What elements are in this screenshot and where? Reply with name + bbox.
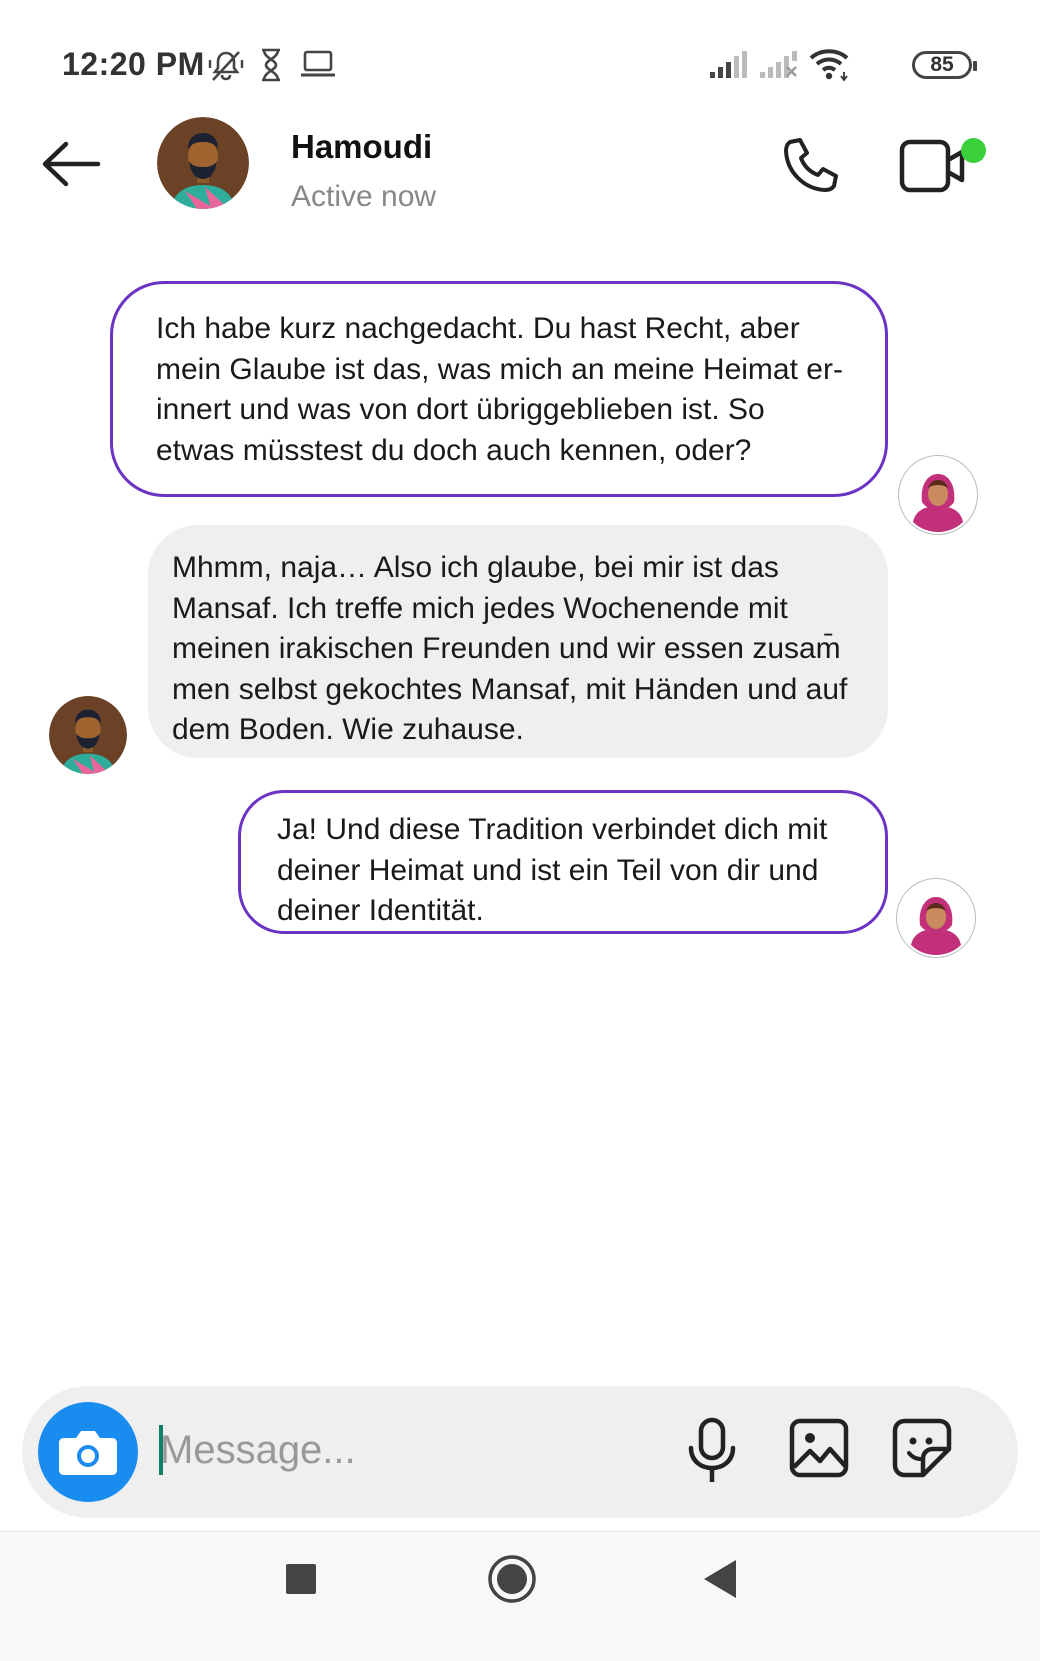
- signal-no-service-icon: [760, 51, 797, 78]
- camera-icon: [59, 1431, 117, 1475]
- message-line: Ich habe kurz nachgedacht. Du hast Recht…: [156, 312, 800, 345]
- message-line: mein Glaube ist das, was mich an meine H…: [156, 352, 843, 386]
- self-avatar[interactable]: [898, 455, 978, 535]
- message-bubble-incoming[interactable]: Mhmm, naja… Also ich glaube, bei mir ist…: [148, 525, 888, 758]
- contact-status: Active now: [291, 180, 437, 213]
- message-input[interactable]: [160, 1418, 660, 1482]
- avatar-man-icon: [157, 117, 249, 209]
- back-triangle-icon[interactable]: [702, 1558, 738, 1600]
- message-line: men selbst gekochtes Mansaf, mit Händen …: [172, 672, 848, 706]
- message-line: deiner Identität.: [277, 894, 484, 927]
- wifi-icon: [809, 49, 849, 82]
- contact-name: Hamoudi: [291, 128, 433, 165]
- phone-icon[interactable]: [780, 136, 840, 196]
- avatar-woman-icon: [913, 474, 963, 532]
- vibrate-off-icon: [208, 51, 244, 81]
- signal-icon: [710, 51, 747, 78]
- image-icon[interactable]: [788, 1417, 850, 1479]
- contact-avatar-small[interactable]: [49, 696, 127, 774]
- message-bubble-outgoing[interactable]: Ich habe kurz nachgedacht. Du hast Recht…: [110, 281, 888, 497]
- message-line: deiner Heimat und ist ein Teil von dir u…: [277, 853, 819, 887]
- hourglass-icon: [262, 48, 280, 82]
- battery-indicator: 85: [912, 51, 977, 79]
- status-time: 12:20 PM: [62, 46, 205, 82]
- message-line: meinen irakischen Freunden und wir essen…: [172, 632, 841, 665]
- message-line: Mhmm, naja… Also ich glaube, bei mir ist…: [172, 551, 779, 584]
- home-circle-icon[interactable]: [486, 1553, 538, 1605]
- message-line: Mansaf. Ich treffe mich jedes Wochenende…: [172, 591, 788, 625]
- avatar-woman-icon: [911, 897, 961, 955]
- self-avatar[interactable]: [896, 878, 976, 958]
- contact-avatar[interactable]: [157, 117, 249, 209]
- microphone-icon[interactable]: [686, 1416, 738, 1486]
- online-indicator: [961, 138, 986, 163]
- message-line: Ja! Und diese Tradition verbindet dich m…: [277, 813, 828, 846]
- back-arrow-icon[interactable]: [40, 140, 102, 188]
- camera-button[interactable]: [38, 1402, 138, 1502]
- message-line: dem Boden. Wie zuhause.: [172, 713, 524, 746]
- message-line: innert und was von dort übriggeblieben i…: [156, 393, 765, 426]
- message-bubble-outgoing[interactable]: Ja! Und diese Tradition verbindet dich m…: [238, 790, 888, 934]
- recents-square-icon[interactable]: [284, 1562, 318, 1596]
- laptop-icon: [301, 50, 335, 77]
- message-line: etwas müsstest du doch auch kennen, oder…: [156, 433, 752, 467]
- video-call-icon[interactable]: [898, 136, 968, 196]
- avatar-man-icon: [49, 696, 127, 774]
- sticker-icon[interactable]: [891, 1417, 953, 1479]
